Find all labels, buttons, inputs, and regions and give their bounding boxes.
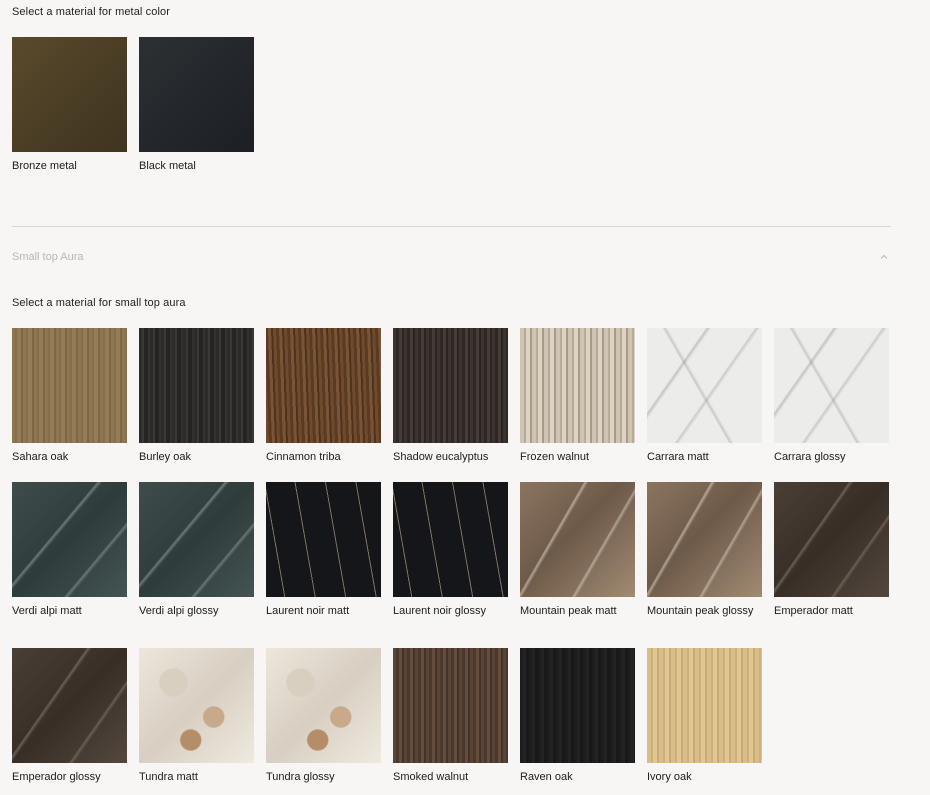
swatch-name: Shadow eucalyptus	[393, 451, 489, 463]
swatch-image[interactable]	[520, 648, 635, 763]
swatch-image[interactable]	[774, 482, 889, 597]
swatch-name: Burley oak	[139, 451, 191, 463]
swatch-option[interactable]: Verdi alpi glossy	[139, 482, 254, 648]
swatch-image[interactable]	[647, 482, 762, 597]
swatch-name: Laurent noir matt	[266, 605, 350, 617]
metal-swatch-grid: Bronze metal Black metal	[12, 37, 254, 173]
swatch-name: Frozen walnut	[520, 451, 590, 463]
swatch-image[interactable]	[266, 648, 381, 763]
swatch-option[interactable]: Mountain peak glossy	[647, 482, 762, 648]
swatch-name: Mountain peak matt	[520, 605, 617, 617]
swatch-image[interactable]	[520, 328, 635, 443]
swatch-option[interactable]: Cinnamon triba	[266, 328, 381, 482]
swatch-name: Tundra glossy	[266, 771, 335, 783]
chevron-up-icon[interactable]	[877, 250, 891, 264]
swatch-image[interactable]	[12, 482, 127, 597]
swatch-option[interactable]: Ivory oak	[647, 648, 762, 795]
swatch-option[interactable]: Mountain peak matt	[520, 482, 635, 648]
swatch-option[interactable]: Carrara glossy	[774, 328, 889, 482]
swatch-name: Bronze metal	[12, 160, 77, 172]
accordion-small-top-aura[interactable]: Small top Aura	[12, 246, 891, 268]
swatch-name: Emperador glossy	[12, 771, 101, 783]
swatch-option[interactable]: Bronze metal	[12, 37, 127, 173]
swatch-option[interactable]: Smoked walnut	[393, 648, 508, 795]
swatch-image[interactable]	[647, 648, 762, 763]
swatch-name: Carrara glossy	[774, 451, 846, 463]
swatch-option[interactable]: Carrara matt	[647, 328, 762, 482]
swatch-image[interactable]	[393, 328, 508, 443]
swatch-option[interactable]: Shadow eucalyptus	[393, 328, 508, 482]
swatch-name: Verdi alpi glossy	[139, 605, 219, 617]
swatch-option[interactable]: Tundra matt	[139, 648, 254, 795]
swatch-image[interactable]	[12, 648, 127, 763]
swatch-name: Raven oak	[520, 771, 573, 783]
metal-section-label: Select a material for metal color	[12, 6, 170, 18]
swatch-image[interactable]	[266, 482, 381, 597]
swatch-option[interactable]: Burley oak	[139, 328, 254, 482]
swatch-image[interactable]	[393, 482, 508, 597]
swatch-name: Smoked walnut	[393, 771, 469, 783]
swatch-option[interactable]: Verdi alpi matt	[12, 482, 127, 648]
aura-swatch-grid: Sahara oak Burley oak Cinnamon triba Shadow…	[12, 328, 889, 795]
material-selector: Select a material for metal color Bronze…	[0, 0, 930, 795]
swatch-option[interactable]: Emperador glossy	[12, 648, 127, 795]
swatch-image[interactable]	[12, 37, 127, 152]
swatch-name: Tundra matt	[139, 771, 198, 783]
aura-section-label: Select a material for small top aura	[12, 297, 186, 309]
swatch-option[interactable]: Raven oak	[520, 648, 635, 795]
swatch-option[interactable]: Sahara oak	[12, 328, 127, 482]
swatch-option[interactable]: Laurent noir matt	[266, 482, 381, 648]
swatch-name: Sahara oak	[12, 451, 69, 463]
swatch-image[interactable]	[12, 328, 127, 443]
swatch-image[interactable]	[393, 648, 508, 763]
swatch-option[interactable]: Emperador matt	[774, 482, 889, 648]
swatch-name: Emperador matt	[774, 605, 853, 617]
swatch-name: Ivory oak	[647, 771, 692, 783]
swatch-image[interactable]	[139, 648, 254, 763]
swatch-name: Cinnamon triba	[266, 451, 341, 463]
swatch-name: Laurent noir glossy	[393, 605, 486, 617]
swatch-image[interactable]	[139, 328, 254, 443]
swatch-option[interactable]: Tundra glossy	[266, 648, 381, 795]
swatch-image[interactable]	[520, 482, 635, 597]
swatch-name: Mountain peak glossy	[647, 605, 754, 617]
swatch-name: Black metal	[139, 160, 196, 172]
swatch-image[interactable]	[139, 37, 254, 152]
swatch-image[interactable]	[774, 328, 889, 443]
swatch-image[interactable]	[647, 328, 762, 443]
swatch-name: Verdi alpi matt	[12, 605, 82, 617]
swatch-image[interactable]	[139, 482, 254, 597]
swatch-option[interactable]: Black metal	[139, 37, 254, 173]
swatch-option[interactable]: Frozen walnut	[520, 328, 635, 482]
swatch-image[interactable]	[266, 328, 381, 443]
swatch-option[interactable]: Laurent noir glossy	[393, 482, 508, 648]
swatch-name: Carrara matt	[647, 451, 709, 463]
section-divider	[12, 226, 891, 227]
accordion-title: Small top Aura	[12, 251, 84, 263]
